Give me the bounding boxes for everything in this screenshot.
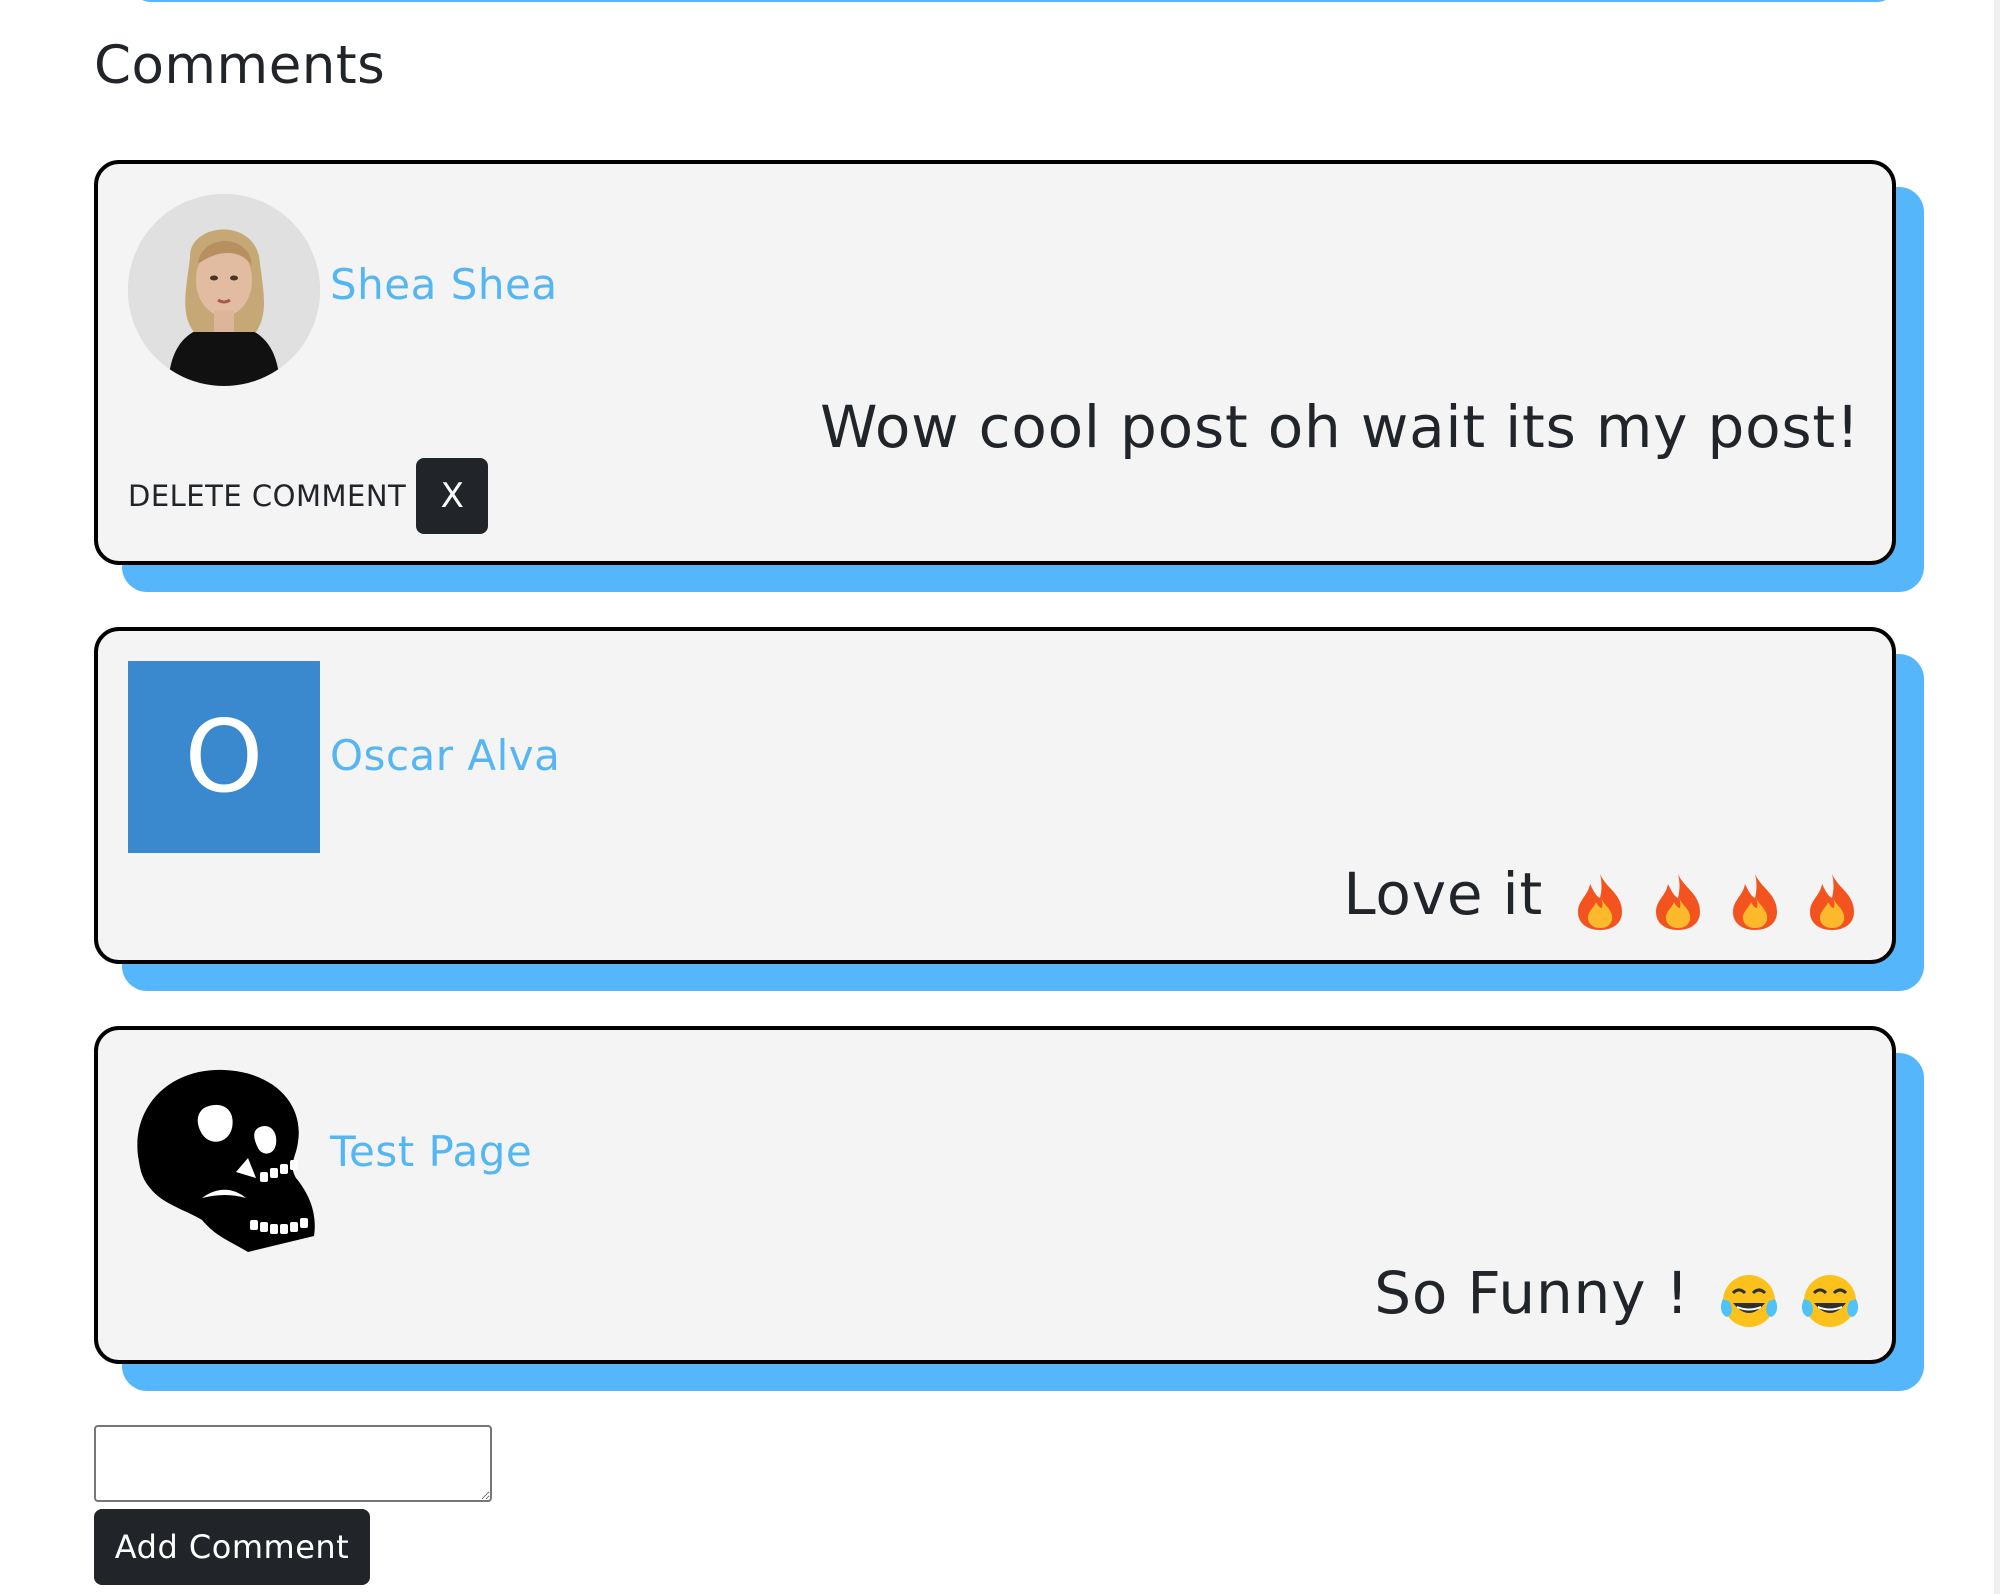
delete-comment-button[interactable]: X — [416, 458, 489, 534]
previous-card-edge — [134, 0, 1894, 2]
scrollbar[interactable] — [1994, 0, 2000, 1594]
comment-text: So Funny ! — [1374, 1258, 1860, 1332]
delete-comment-label: DELETE COMMENT — [128, 479, 407, 513]
comment-text: Wow cool post oh wait its my post! — [820, 392, 1860, 462]
profile-photo-icon — [128, 194, 320, 386]
comment-card: O Oscar Alva Love it — [94, 627, 1896, 964]
comment-card: Test Page So Funny ! — [94, 1026, 1896, 1364]
avatar-letter: O — [184, 698, 264, 815]
comments-heading: Comments — [94, 35, 386, 96]
fire-icon — [1655, 873, 1700, 930]
tears-of-joy-icon — [1720, 1274, 1777, 1327]
comment-author-link[interactable]: Oscar Alva — [330, 731, 560, 781]
delete-comment-row: DELETE COMMENT X — [128, 458, 489, 534]
avatar[interactable]: O — [128, 661, 320, 853]
fire-icon — [1578, 873, 1623, 930]
fire-icon — [1810, 873, 1854, 930]
comment-body: Wow cool post oh wait its my post! — [820, 393, 1860, 461]
comment-text: Love it — [1343, 859, 1860, 933]
skull-icon — [137, 1069, 315, 1252]
comment-card: Shea Shea Wow cool post oh wait its my p… — [94, 160, 1896, 565]
comment-textarea[interactable] — [94, 1425, 492, 1502]
fire-icon — [1732, 873, 1777, 930]
comment-author-link[interactable]: Test Page — [330, 1127, 532, 1177]
comment-body: So Funny ! — [1374, 1259, 1690, 1327]
avatar[interactable] — [128, 194, 320, 386]
comment-author-link[interactable]: Shea Shea — [330, 260, 558, 310]
avatar[interactable] — [128, 1060, 320, 1252]
emoji-row — [1570, 863, 1860, 933]
add-comment-button[interactable]: Add Comment — [94, 1509, 370, 1585]
tears-of-joy-icon — [1801, 1274, 1859, 1327]
comments-page: Comments Shea Shea Wow cool post oh wait… — [0, 0, 2000, 1594]
comment-body: Love it — [1343, 860, 1543, 928]
emoji-row — [1717, 1262, 1860, 1332]
